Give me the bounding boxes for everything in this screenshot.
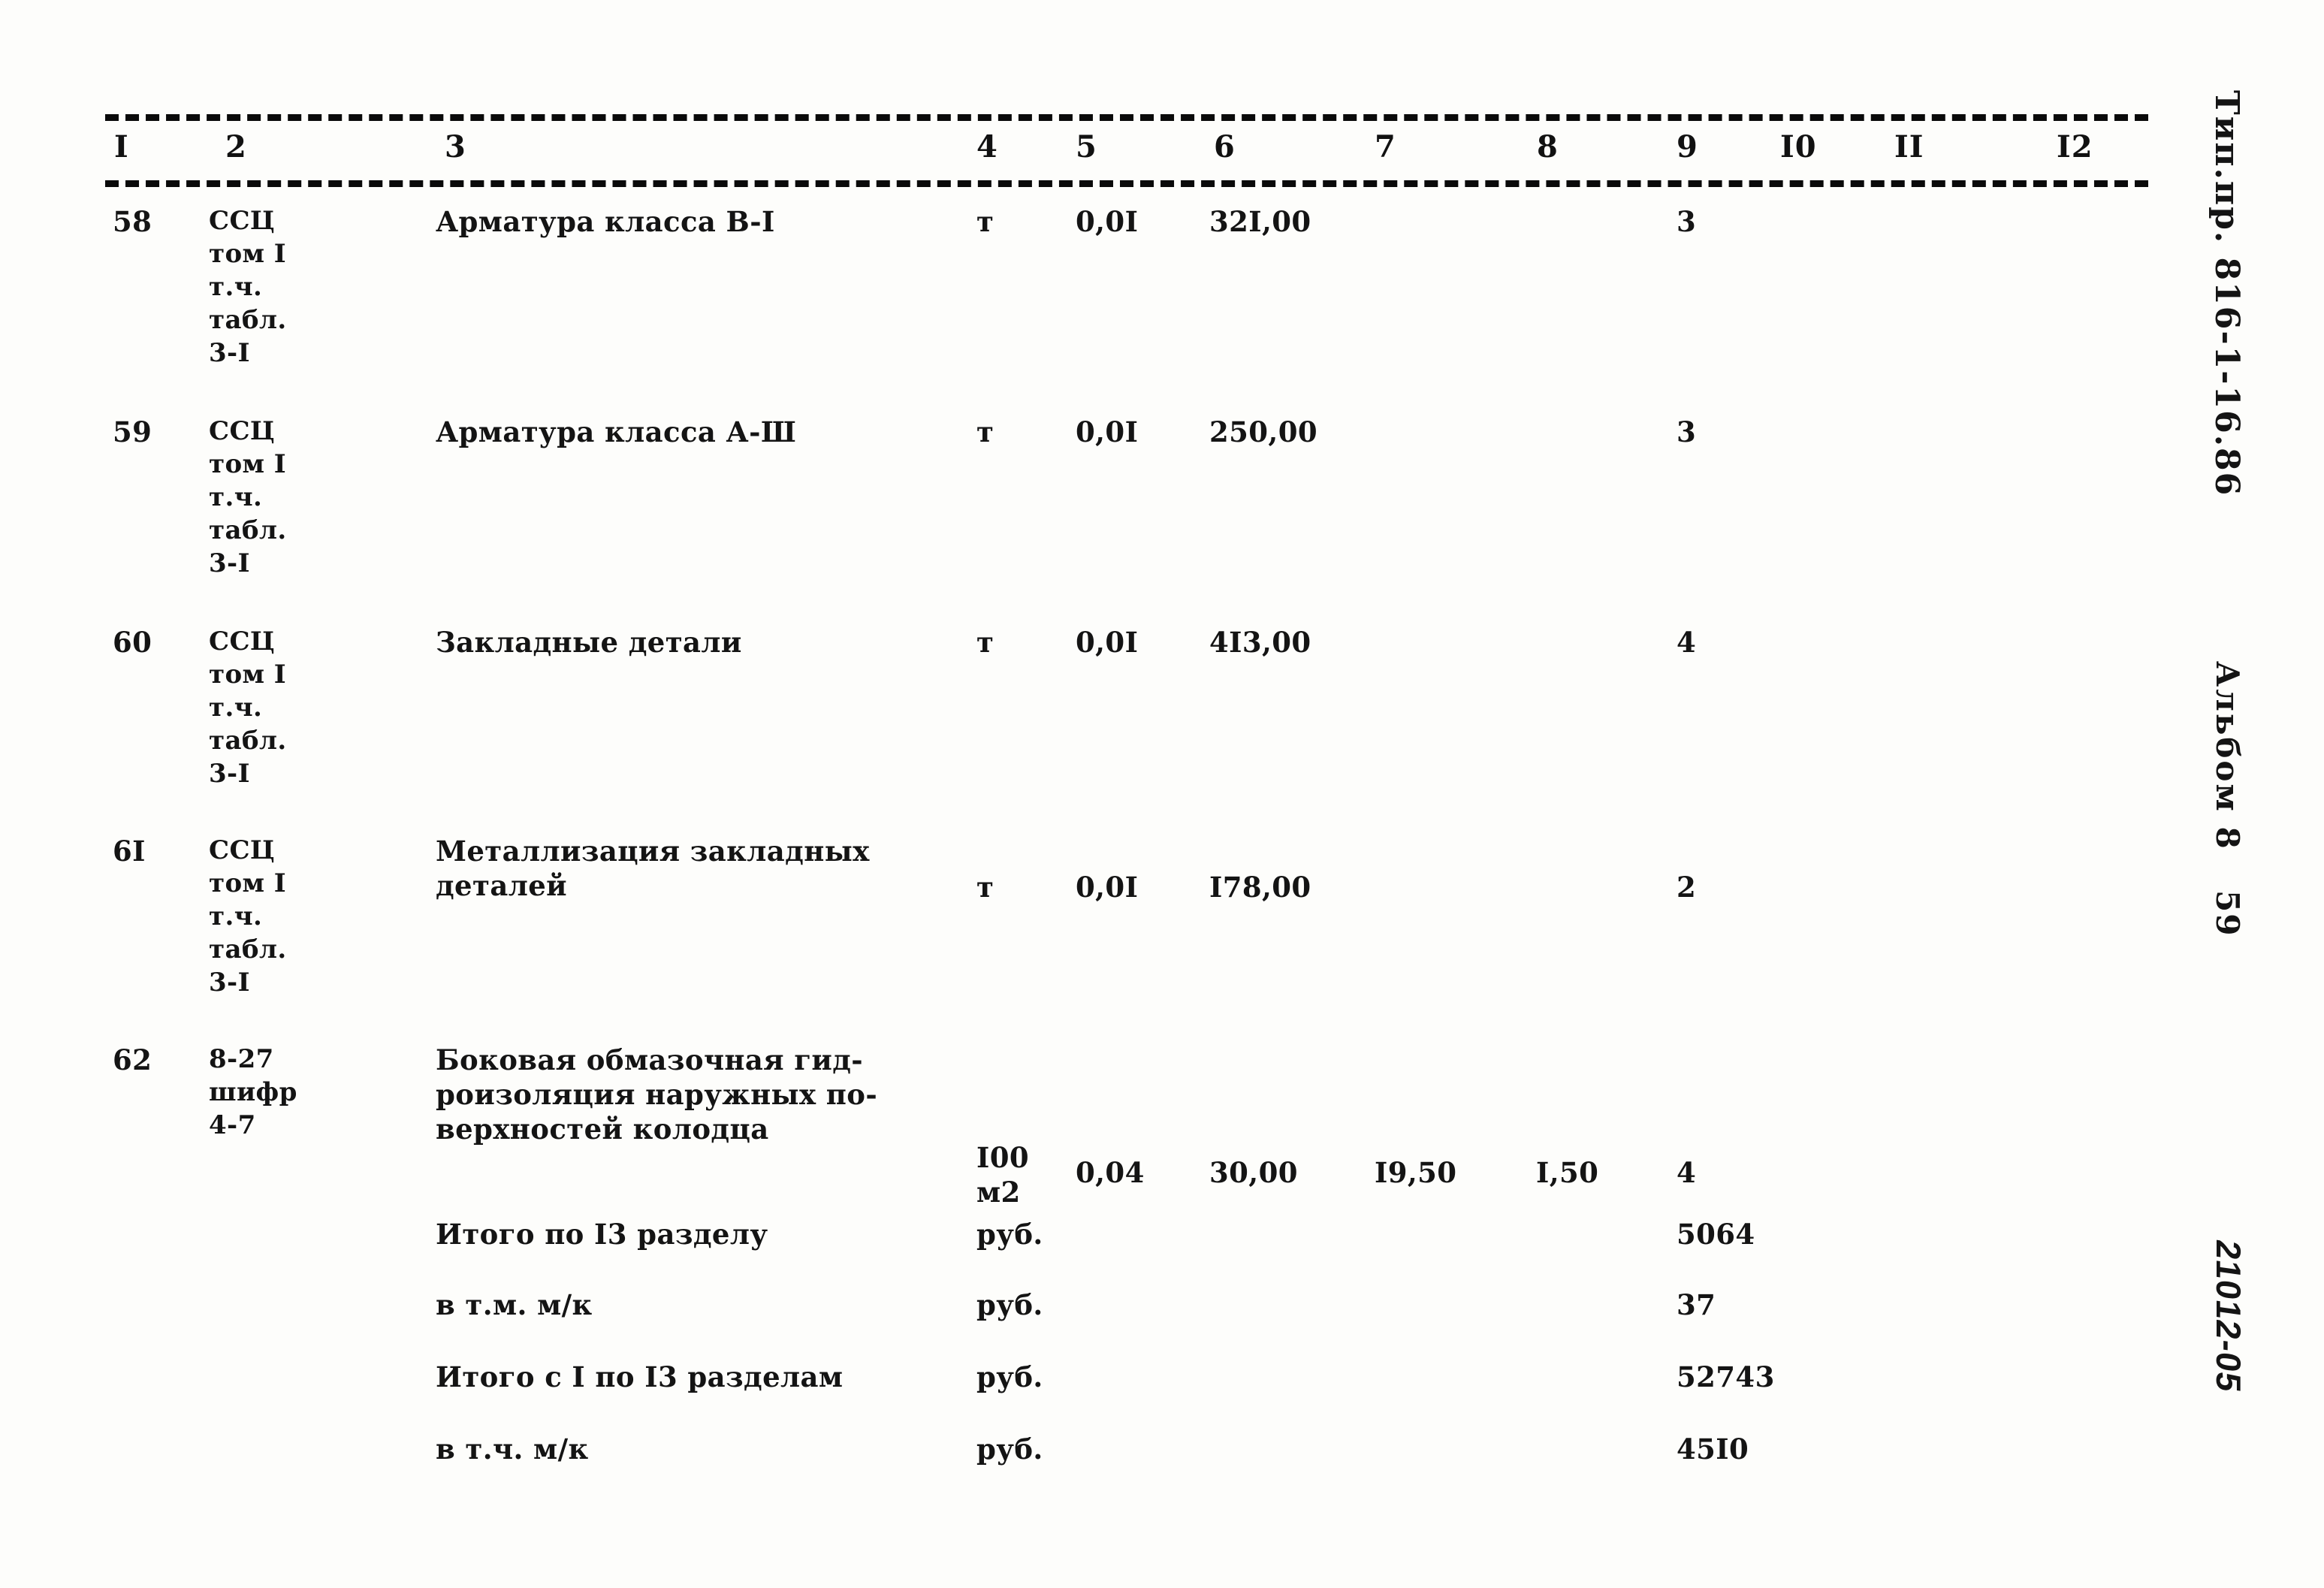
row-reference-cell: ССЦ том I т.ч. табл. 3-I <box>209 626 287 789</box>
table-row: 59 ССЦ том I т.ч. табл. 3-I Арматура класс… <box>0 415 2324 617</box>
totals-unit-cell: руб. <box>976 1288 1043 1321</box>
column-header-9: 9 <box>1677 129 1698 165</box>
column-header-7: 7 <box>1375 129 1396 165</box>
totals-unit-cell: руб. <box>976 1218 1043 1251</box>
row-description-cell: Арматура класса А-Ш <box>436 415 797 448</box>
row-quantity-cell: 0,0I <box>1076 871 1139 904</box>
row-price-cell: 250,00 <box>1209 415 1318 448</box>
row-unit-cell: т <box>976 205 994 238</box>
totals-row: в т.ч. м/к руб. 45I0 <box>0 1432 2324 1492</box>
row-total-cell: 4 <box>1677 626 1697 659</box>
row-number-cell: 58 <box>113 205 152 238</box>
row-total-cell: 3 <box>1677 415 1697 448</box>
row-number-cell: 6I <box>113 835 146 868</box>
row-unit-cell: I00 м2 <box>976 1141 1029 1209</box>
totals-unit-cell: руб. <box>976 1433 1043 1466</box>
totals-label-cell: в т.ч. м/к <box>436 1433 589 1466</box>
table-row: 6I ССЦ том I т.ч. табл. 3-I Металлизация з… <box>0 834 2324 1037</box>
row-total-cell: 2 <box>1677 871 1697 904</box>
row-unit-cell: т <box>976 415 994 448</box>
totals-value-cell: 5064 <box>1677 1218 1755 1251</box>
row-reference-cell: 8-27 шифр 4-7 <box>209 1044 297 1140</box>
album-margin-label: Альбом 8 <box>2209 661 2246 851</box>
row-description-cell: Арматура класса В-I <box>436 205 775 238</box>
column-header-6: 6 <box>1214 129 1236 165</box>
totals-label-cell: Итого с I по I3 разделам <box>436 1360 844 1393</box>
totals-value-cell: 45I0 <box>1677 1433 1749 1466</box>
totals-row: Итого по I3 разделу руб. 5064 <box>0 1217 2324 1277</box>
totals-row: в т.м. м/к руб. 37 <box>0 1288 2324 1348</box>
table-header-bottom-dashed-rule <box>105 180 2148 187</box>
totals-value-cell: 37 <box>1677 1288 1716 1321</box>
row-unit-cell: т <box>976 871 994 904</box>
scanned-document-page: I 2 3 4 5 6 7 8 9 I0 II I2 58 ССЦ том I т.ч. табл. 3… <box>0 0 2324 1588</box>
row-reference-cell: ССЦ том I т.ч. табл. 3-I <box>209 206 287 368</box>
row-quantity-cell: 0,0I <box>1076 415 1139 448</box>
column-header-3: 3 <box>445 129 466 165</box>
totals-unit-cell: руб. <box>976 1360 1043 1393</box>
column-header-12: I2 <box>2057 129 2093 165</box>
row-value8-cell: I,50 <box>1536 1156 1599 1189</box>
page-number-margin-label: 59 <box>2209 890 2246 937</box>
row-quantity-cell: 0,0I <box>1076 626 1139 659</box>
row-price-cell: 4I3,00 <box>1209 626 1311 659</box>
row-number-cell: 60 <box>113 626 152 659</box>
row-description-cell: Боковая обмазочная гид- роизоляция наруж… <box>436 1043 878 1146</box>
column-header-5: 5 <box>1076 129 1097 165</box>
row-reference-cell: ССЦ том I т.ч. табл. 3-I <box>209 835 287 998</box>
document-code-margin-label: 21012-05 <box>2209 1237 2248 1396</box>
row-description-cell: Металлизация закладных деталей <box>436 835 870 902</box>
row-quantity-cell: 0,0I <box>1076 205 1139 238</box>
table-row: 62 8-27 шифр 4-7 Боковая обмазочная гид- р… <box>0 1043 2324 1245</box>
column-header-2: 2 <box>225 129 247 165</box>
row-quantity-cell: 0,04 <box>1076 1156 1145 1189</box>
project-code-margin-label: Тип.пр. 816-1-16.86 <box>2208 90 2246 497</box>
column-header-4: 4 <box>976 129 998 165</box>
totals-value-cell: 52743 <box>1677 1360 1775 1393</box>
row-total-cell: 3 <box>1677 205 1697 238</box>
row-number-cell: 59 <box>113 415 152 448</box>
row-price-cell: 30,00 <box>1209 1156 1298 1189</box>
table-row: 58 ССЦ том I т.ч. табл. 3-I Арматура класс… <box>0 204 2324 407</box>
row-description-cell: Закладные детали <box>436 626 742 659</box>
table-row: 60 ССЦ том I т.ч. табл. 3-I Закладные дета… <box>0 625 2324 828</box>
column-header-11: II <box>1894 129 1924 165</box>
totals-label-cell: в т.м. м/к <box>436 1288 593 1321</box>
column-header-10: I0 <box>1780 129 1817 165</box>
row-price-cell: I78,00 <box>1209 871 1311 904</box>
row-total-cell: 4 <box>1677 1156 1697 1189</box>
row-unit-cell: т <box>976 626 994 659</box>
row-price-cell: 32I,00 <box>1209 205 1311 238</box>
row-reference-cell: ССЦ том I т.ч. табл. 3-I <box>209 416 287 578</box>
column-header-8: 8 <box>1537 129 1559 165</box>
row-number-cell: 62 <box>113 1043 152 1076</box>
totals-label-cell: Итого по I3 разделу <box>436 1218 768 1251</box>
row-value7-cell: I9,50 <box>1375 1156 1457 1189</box>
table-top-dashed-rule <box>105 114 2148 121</box>
totals-row: Итого с I по I3 разделам руб. 52743 <box>0 1360 2324 1420</box>
column-header-1: I <box>114 129 129 165</box>
